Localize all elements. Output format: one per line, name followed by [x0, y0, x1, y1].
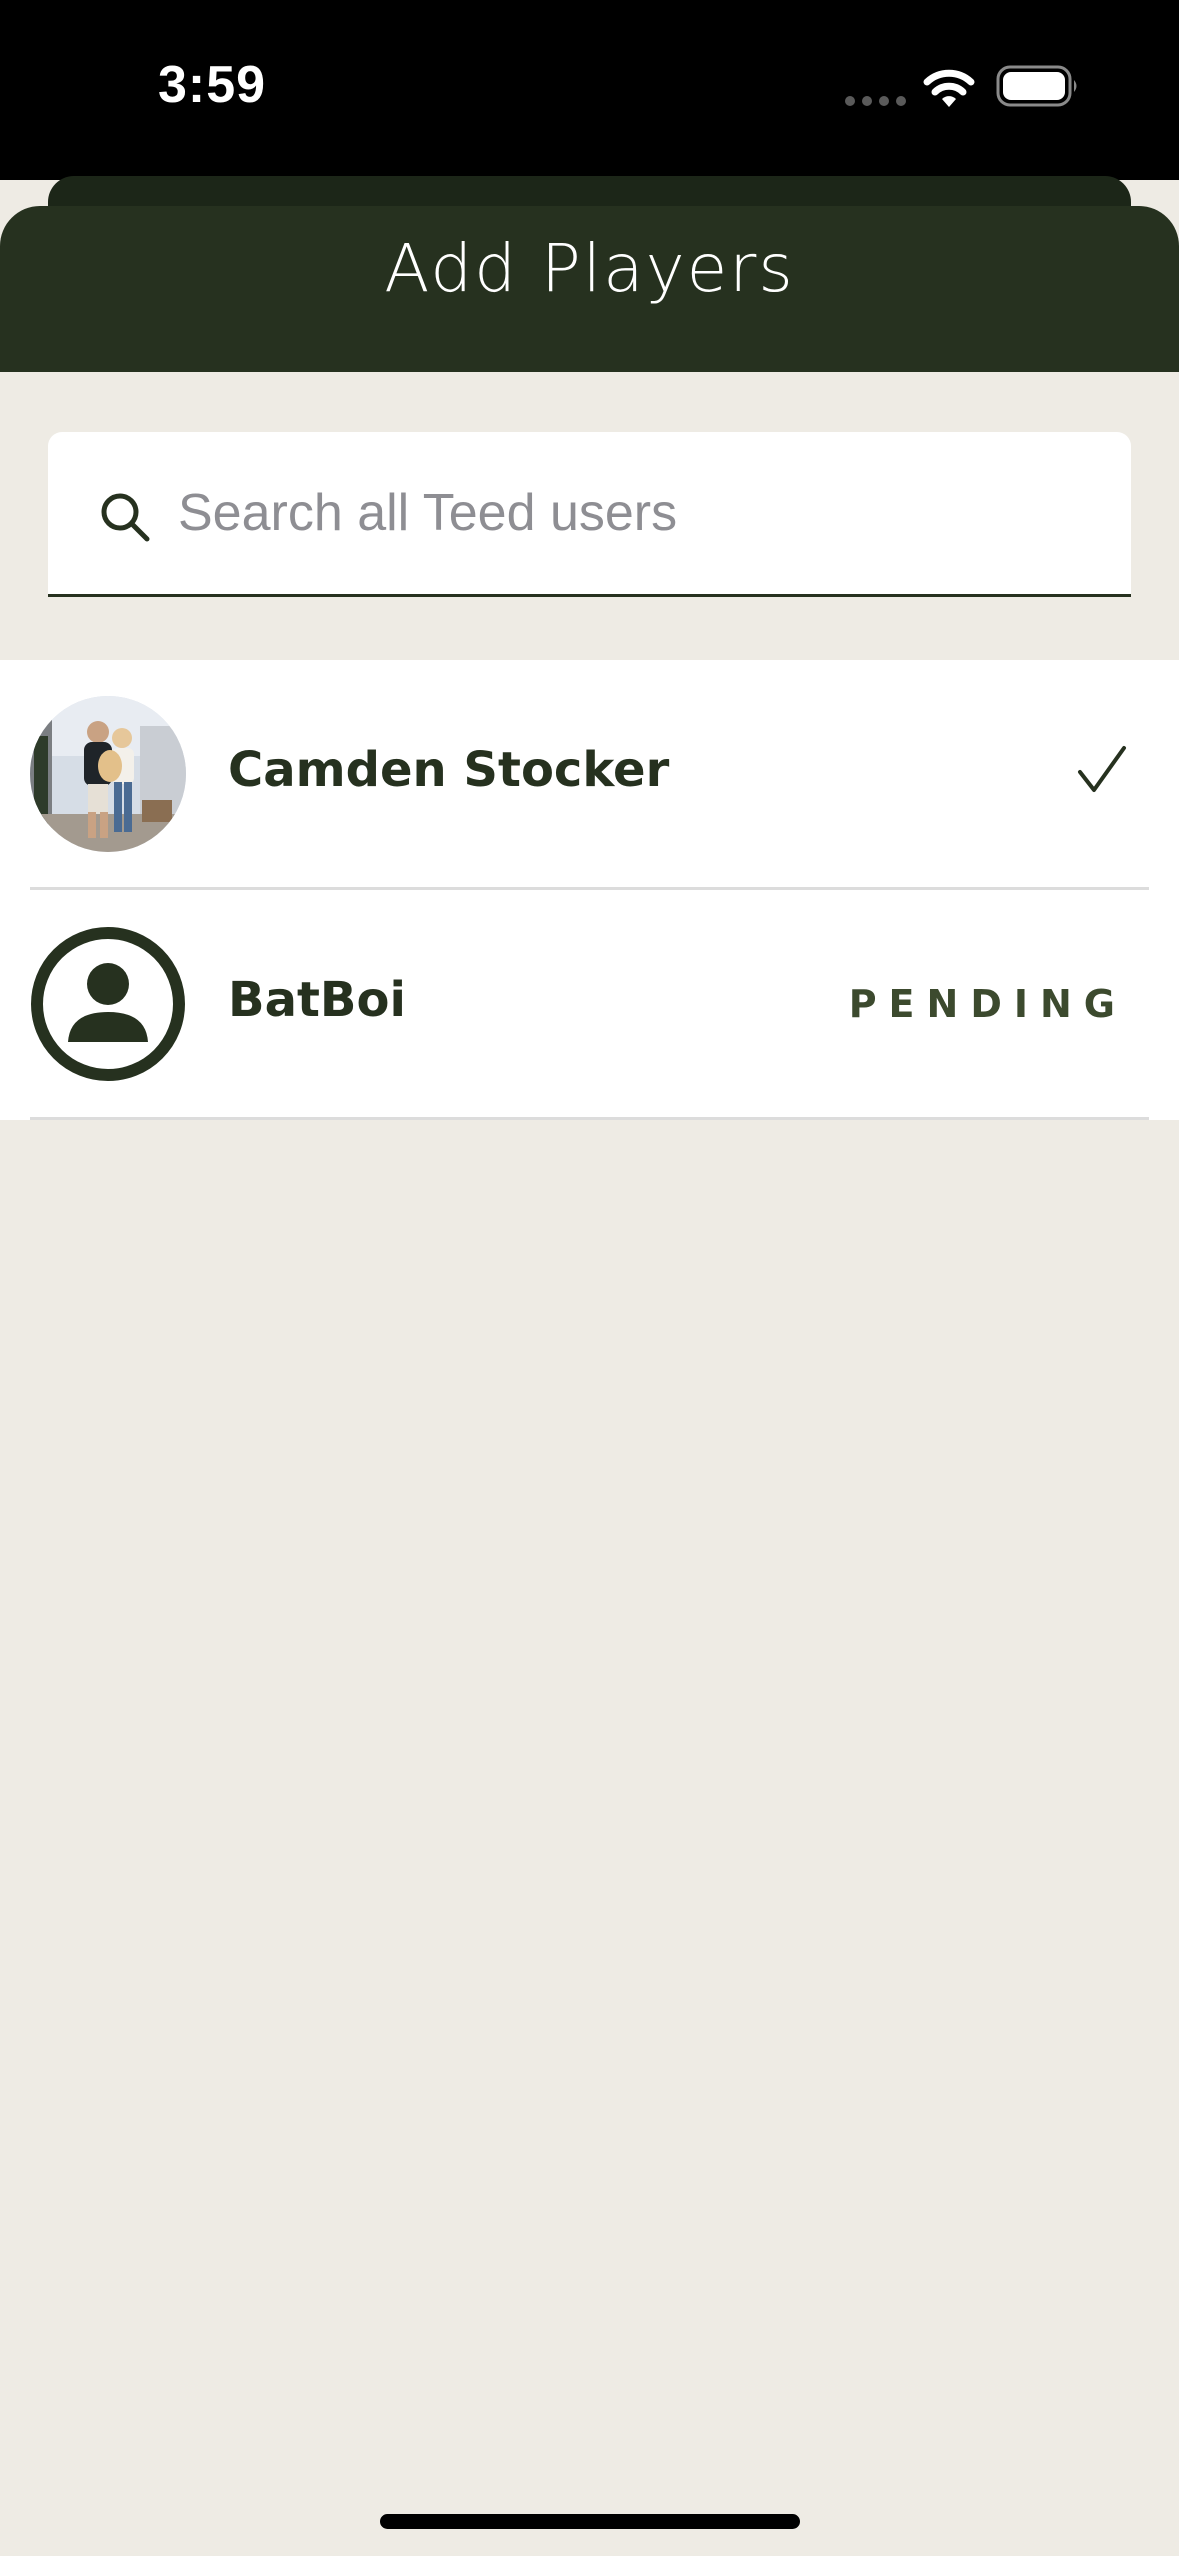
- default-person-icon: [31, 927, 185, 1081]
- cellular-signal-icon: [845, 96, 907, 106]
- player-row[interactable]: BatBoi PENDING: [0, 890, 1179, 1120]
- player-row[interactable]: Camden Stocker: [0, 660, 1179, 890]
- home-indicator[interactable]: [380, 2514, 800, 2529]
- player-name: BatBoi: [228, 972, 406, 1028]
- status-time: 3:59: [158, 56, 267, 114]
- players-list: Camden Stocker BatBoi PENDING: [0, 660, 1179, 1120]
- search-field[interactable]: [48, 432, 1131, 597]
- avatar-photo: [30, 696, 186, 852]
- status-badge: PENDING: [848, 982, 1127, 1026]
- search-icon: [101, 493, 150, 542]
- player-name: Camden Stocker: [228, 742, 670, 798]
- divider: [30, 1117, 1149, 1120]
- status-bar: 3:59: [0, 0, 1179, 180]
- battery-icon: [996, 65, 1077, 107]
- avatar: [30, 696, 186, 852]
- page-title: Add Players: [384, 230, 795, 307]
- wifi-icon: [923, 69, 975, 107]
- search-input[interactable]: [178, 470, 1078, 556]
- checkmark-icon[interactable]: [1074, 742, 1130, 798]
- avatar: [30, 926, 186, 1082]
